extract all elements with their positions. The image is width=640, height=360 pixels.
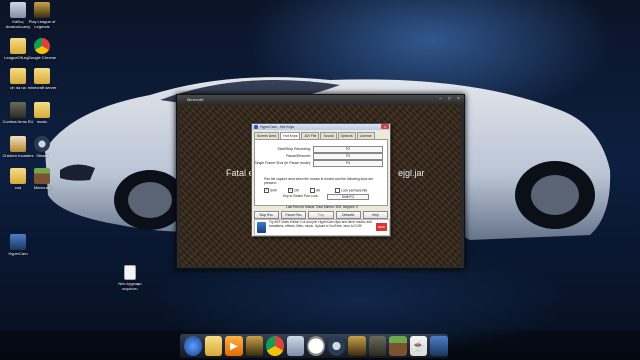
desktop-icon-label: music [36, 119, 48, 124]
recycle-icon[interactable] [286, 336, 305, 356]
desktop-icon-minecraft-server[interactable]: minecraft server [24, 68, 60, 90]
minecraft-icon [34, 168, 50, 184]
tab-options[interactable]: Options [337, 132, 356, 139]
chrome-icon[interactable] [266, 336, 284, 356]
desktop-icon-chrome[interactable]: Google Chrome [24, 38, 60, 60]
hypercam-icon[interactable] [430, 336, 448, 356]
checkbox-box [310, 188, 315, 193]
checkbox-label: Ctrl [294, 188, 300, 193]
checkbox-alt[interactable]: Alt [310, 188, 320, 193]
tab-screen-area[interactable]: Screen Area [254, 132, 280, 139]
desktop-icon-music[interactable]: music [24, 102, 60, 124]
stop-rec-button[interactable]: Stop Rec. [254, 211, 280, 219]
desktop-icon-steam[interactable]: Steam [24, 136, 60, 158]
hotkey-row-start-stop: Start/Stop Recording: F2 [255, 146, 387, 153]
folder-icon [34, 102, 50, 118]
desktop-icon-label: Steam [36, 153, 48, 158]
maximize-icon[interactable]: □ [446, 97, 453, 102]
close-icon[interactable]: × [455, 97, 462, 102]
hotkeys-panel: Start/Stop Recording: F2 Pause/Resume: F… [254, 139, 388, 206]
tab-strip: Screen Area Hot Keys AVI File Sound Opti… [254, 132, 376, 139]
hotkey-row-pause: Pause/Resume: F3 [255, 153, 387, 160]
tab-license[interactable]: License [356, 132, 375, 139]
steam-icon [34, 136, 50, 152]
start-orb-icon[interactable] [184, 336, 202, 356]
desktop-icon-new-text-file[interactable]: Νέο έγγραφο κειμένου [112, 265, 148, 291]
record-status: Last Record Status: Total frames: 505, s… [286, 205, 358, 209]
tab-avi-file[interactable]: AVI File [301, 132, 320, 139]
hotkey-label: Single Frame Shot (in Pause mode): [254, 161, 311, 165]
hotkey-label: Pause/Resume: [286, 154, 311, 158]
explorer-icon[interactable] [204, 336, 223, 356]
checkbox-label: Lock permanently [341, 188, 368, 193]
desktop-icon-label: HyperCam [8, 251, 28, 256]
minecraft-icon[interactable] [389, 336, 407, 356]
minimize-icon[interactable]: – [437, 97, 444, 102]
window-titlebar[interactable]: Minecraft – □ × [177, 95, 464, 104]
desktop-icon-label: Minecraft [33, 185, 51, 190]
desktop-icon-minecraft[interactable]: Minecraft [24, 168, 60, 190]
tab-sound[interactable]: Sound [320, 132, 337, 139]
hotkey-label: Start/Stop Recording: [277, 147, 311, 151]
defaults-button[interactable]: Defaults [335, 211, 361, 219]
pause-rec-button[interactable]: Pause Rec. [281, 211, 307, 219]
checkbox-ctrl[interactable]: ✓ Ctrl [288, 188, 299, 193]
text-file-icon [124, 265, 136, 280]
checkbox-box: ✓ [288, 188, 293, 193]
pan-description: Pan the capture area when the mouse is m… [264, 177, 374, 185]
league-icon[interactable] [245, 336, 264, 356]
taskbar: ▶ ☕ [180, 334, 448, 358]
hypercam-dialog[interactable]: HyperCam - Hot Keys × Screen Area Hot Ke… [251, 123, 391, 237]
hotkey-field-pause[interactable]: F3 [313, 153, 383, 160]
checkbox-box [335, 188, 340, 193]
clock-icon[interactable] [307, 336, 325, 356]
dialog-titlebar[interactable]: HyperCam - Hot Keys × [252, 124, 390, 130]
desktop-icon-label: Google Chrome [27, 55, 57, 60]
desktop-icon-label: Νέο έγγραφο κειμένου [118, 281, 142, 291]
window-title: Minecraft [187, 97, 204, 102]
hotkey-row-single-frame: Single Frame Shot (in Pause mode): F4 [254, 160, 387, 167]
chrome-icon [34, 38, 50, 54]
promo-banner[interactable]: Try AVS Video Editor! Cut and join Hyper… [254, 219, 390, 236]
desktop-icon-league[interactable]: Play League of Legends [24, 2, 60, 29]
java-icon[interactable]: ☕ [409, 336, 428, 356]
league-icon [34, 2, 50, 18]
cod-icon[interactable] [368, 336, 387, 356]
checkbox-lock-permanently[interactable]: Lock permanently [335, 188, 367, 193]
promo-badge: NEW [376, 223, 387, 231]
help-button[interactable]: Help [362, 211, 389, 219]
hypercam-icon [254, 125, 258, 129]
checkbox-label: Alt [316, 188, 320, 193]
tab-hot-keys[interactable]: Hot Keys [280, 132, 301, 139]
steam-icon[interactable] [327, 336, 346, 356]
dialog-title: HyperCam - Hot Keys [260, 125, 295, 129]
league-icon[interactable] [348, 336, 366, 356]
media-player-icon[interactable]: ▶ [225, 336, 243, 356]
promo-text: Try AVS Video Editor! Cut and join Hyper… [269, 220, 372, 228]
hotkey-field-start-stop[interactable]: F2 [313, 146, 383, 153]
switch-pan-lock-label: Key to Switch Pan Lock: [283, 194, 319, 198]
hypercam-icon [10, 234, 26, 250]
hotkey-field-single-frame[interactable]: F4 [313, 160, 383, 167]
dialog-button-row: Stop Rec. Pause Rec. Play Defaults Help [254, 211, 389, 219]
error-message-left: Fatal e [226, 168, 254, 178]
desktop-icon-label: Play League of Legends [28, 19, 56, 29]
close-icon[interactable]: × [381, 124, 389, 129]
avs-video-editor-icon [257, 222, 266, 233]
play-button[interactable]: Play [308, 211, 334, 219]
checkbox-label: Shift [270, 188, 277, 193]
checkbox-box: ✓ [264, 188, 269, 193]
error-message-right: ejgl.jar [398, 168, 425, 178]
switch-pan-lock-field[interactable]: Shift+F2 [327, 194, 369, 200]
desktop-icon-label: minecraft server [27, 85, 57, 90]
desktop-icon-hypercam[interactable]: HyperCam [0, 234, 36, 256]
checkbox-shift[interactable]: ✓ Shift [264, 188, 277, 193]
folder-icon [34, 68, 50, 84]
